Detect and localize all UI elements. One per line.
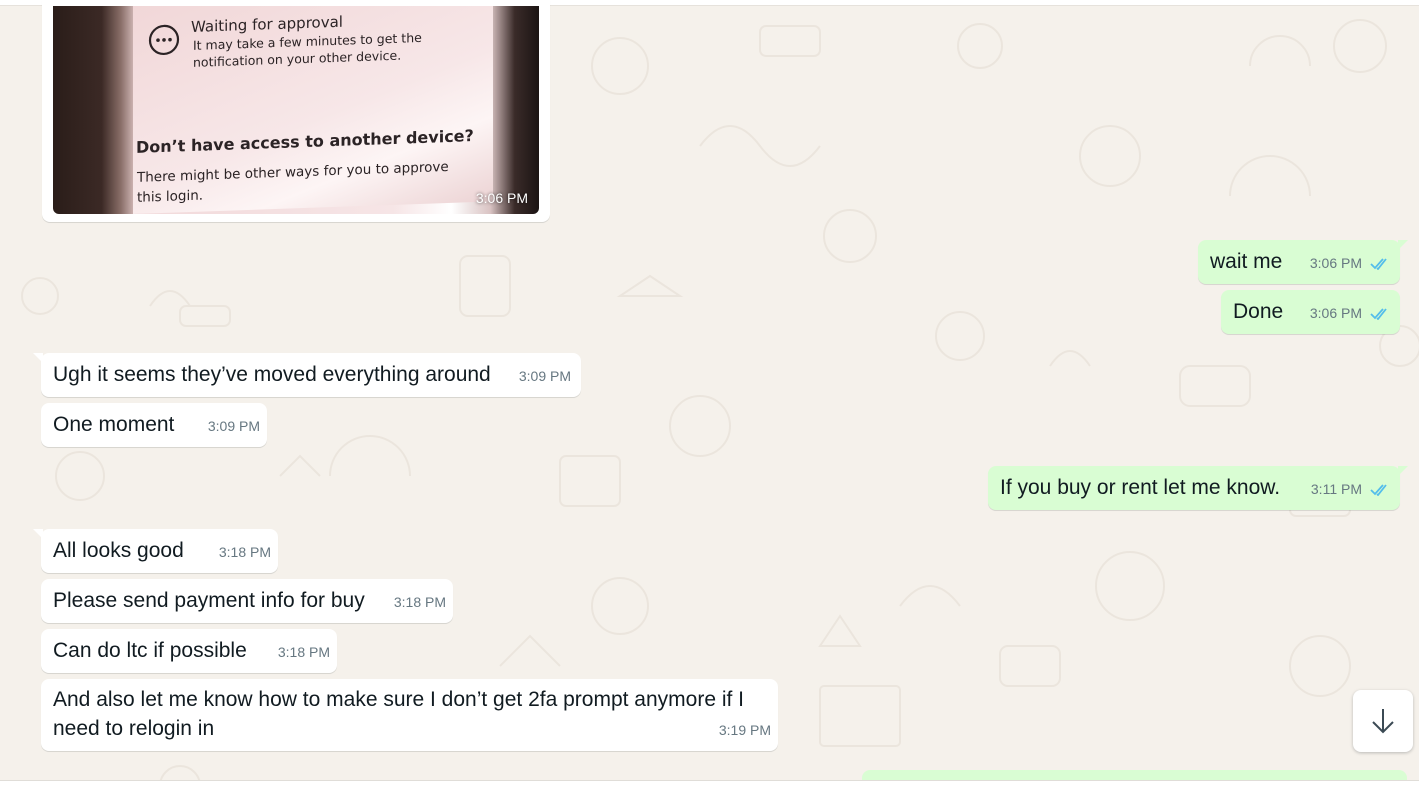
message-meta: 3:09 PM — [519, 362, 571, 391]
message-bubble-incoming[interactable]: Ugh it seems they’ve moved everything ar… — [33, 353, 581, 397]
message-text: If you buy or rent let me know. — [1000, 476, 1281, 499]
message-meta: 3:06 PM — [1310, 299, 1390, 328]
message-time: 3:18 PM — [393, 594, 446, 610]
message-bubble-outgoing-partial — [862, 770, 1407, 780]
bubble-tail — [33, 353, 43, 363]
message-text-line-1: And also let me know how to make sure I … — [53, 688, 745, 711]
double-check-icon — [1370, 257, 1387, 270]
photo-attachment[interactable]: Waiting for approval It may take a few m… — [53, 6, 539, 214]
message-text: wait me — [1210, 250, 1283, 273]
bubble-tail — [1398, 240, 1408, 250]
message-time: 3:18 PM — [277, 644, 330, 660]
double-check-icon — [1370, 483, 1387, 496]
message-meta: 3:11 PM — [1311, 475, 1390, 504]
photo-timestamp: 3:06 PM — [475, 190, 528, 206]
message-time: 3:06 PM — [1309, 255, 1362, 271]
bubble-tail — [33, 529, 43, 539]
message-bubble-outgoing[interactable]: If you buy or rent let me know. 3:11 PM — [988, 466, 1408, 510]
message-meta: 3:18 PM — [394, 588, 446, 617]
no-access-title: Don’t have access to another device? — [136, 126, 474, 157]
message-bubble-incoming[interactable]: All looks good 3:18 PM — [33, 529, 278, 573]
arrow-down-icon — [1372, 709, 1394, 734]
bubble-tail — [1398, 466, 1408, 476]
message-time: 3:18 PM — [218, 544, 271, 560]
message-text: Please send payment info for buy — [53, 589, 365, 612]
message-bubble-incoming[interactable]: And also let me know how to make sure I … — [41, 679, 778, 751]
message-meta: 3:18 PM — [219, 538, 271, 567]
message-bubble-incoming[interactable]: Please send payment info for buy 3:18 PM — [41, 579, 453, 623]
message-text: One moment — [53, 413, 175, 436]
message-time: 3:09 PM — [518, 368, 571, 384]
message-time: 3:11 PM — [1310, 481, 1362, 497]
message-bubble-outgoing[interactable]: wait me 3:06 PM — [1198, 240, 1408, 284]
message-bubble-incoming[interactable]: Can do ltc if possible 3:18 PM — [41, 629, 337, 673]
scroll-to-bottom-button[interactable] — [1353, 690, 1413, 752]
message-text: Ugh it seems they’ve moved everything ar… — [53, 363, 491, 386]
message-meta: 3:09 PM — [208, 412, 260, 441]
message-time: 3:06 PM — [1309, 305, 1362, 321]
bottom-edge — [0, 780, 1419, 794]
double-check-icon — [1370, 307, 1387, 320]
message-text-line-2: need to relogin in — [53, 717, 215, 740]
ellipsis-circle-icon — [148, 24, 180, 56]
other-ways-line-1: There might be other ways for you to app… — [137, 158, 449, 186]
message-time: 3:19 PM — [718, 722, 771, 738]
message-bubble-incoming[interactable]: One moment 3:09 PM — [41, 403, 267, 447]
message-text: All looks good — [53, 539, 184, 562]
message-bubble-outgoing[interactable]: Done 3:06 PM — [1221, 290, 1400, 334]
message-meta: 3:19 PM — [719, 716, 771, 745]
message-time: 3:09 PM — [207, 418, 260, 434]
other-ways-line-2: this login. — [137, 187, 204, 206]
message-meta: 3:06 PM — [1310, 249, 1390, 278]
message-text: Done — [1233, 300, 1284, 323]
message-meta: 3:18 PM — [278, 638, 330, 667]
phone-screen-image: Waiting for approval It may take a few m… — [133, 6, 493, 214]
message-text: Can do ltc if possible — [53, 639, 247, 662]
